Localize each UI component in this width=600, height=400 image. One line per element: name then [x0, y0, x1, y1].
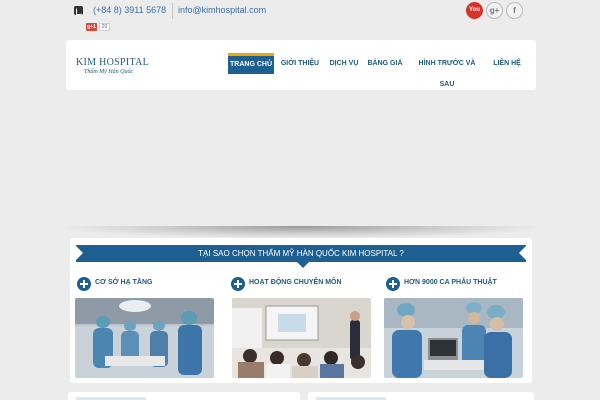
divider — [172, 3, 173, 19]
operating-room-image — [75, 298, 214, 378]
nav-item-pricing[interactable]: BẢNG GIÁ — [367, 53, 403, 74]
nav-item-contact[interactable]: LIÊN HỆ — [489, 53, 525, 74]
nav-item-before-after[interactable]: HÌNH TRƯỚC VÀ SAU — [411, 53, 483, 88]
nav-item-home[interactable]: TRANG CHỦ — [228, 53, 274, 74]
bottom-card-left — [68, 392, 300, 400]
conference-image — [232, 298, 371, 378]
nav-item-about[interactable]: GIỚI THIỆU — [279, 53, 321, 74]
site-logo[interactable]: KIM HOSPITAL Thẩm Mỹ Hàn Quốc — [76, 57, 149, 75]
site-header: KIM HOSPITAL Thẩm Mỹ Hàn Quốc TRANG CHỦ … — [66, 40, 536, 90]
nav-item-services[interactable]: DỊCH VỤ — [327, 53, 361, 74]
phone-number[interactable]: (+84 8) 3911 5678 — [93, 5, 166, 15]
feature-title: CƠ SỞ HẠ TẦNG — [95, 279, 153, 286]
slider-shadow — [66, 226, 536, 238]
infrastructure-photo[interactable] — [75, 298, 214, 378]
bottom-card-right — [308, 392, 534, 400]
top-bar: (+84 8) 3911 5678 info@kimhospital.com g… — [0, 0, 600, 38]
surgery-team-image — [384, 298, 523, 378]
youtube-icon[interactable]: You — [466, 2, 483, 19]
plus-icon — [386, 277, 400, 291]
facebook-icon[interactable]: f — [506, 2, 523, 19]
feature-title: HOẠT ĐỘNG CHUYÊN MÔN — [249, 279, 342, 286]
hero-slider[interactable] — [0, 92, 600, 226]
email-link[interactable]: info@kimhospital.com — [178, 5, 266, 15]
professional-activities-photo[interactable] — [232, 298, 371, 378]
surgeries-photo[interactable] — [384, 298, 523, 378]
google-plus-icon[interactable]: g+ — [486, 2, 503, 19]
why-choose-section: TẠI SAO CHỌN THẨM MỸ HÀN QUỐC KIM HOSPIT… — [70, 238, 532, 383]
phone-icon — [74, 6, 83, 15]
section-title-ribbon: TẠI SAO CHỌN THẨM MỸ HÀN QUỐC KIM HOSPIT… — [75, 245, 527, 262]
logo-tagline: Thẩm Mỹ Hàn Quốc — [84, 69, 134, 75]
plus-icon — [231, 277, 245, 291]
google-plus-one-button[interactable]: g+1 — [86, 23, 97, 31]
logo-title: KIM HOSPITAL — [76, 57, 150, 68]
google-plus-count: 20 — [99, 23, 110, 31]
plus-icon — [77, 277, 91, 291]
feature-title: HƠN 9000 CA PHẪU THUẬT — [404, 279, 497, 286]
ribbon-pointer — [297, 262, 309, 268]
